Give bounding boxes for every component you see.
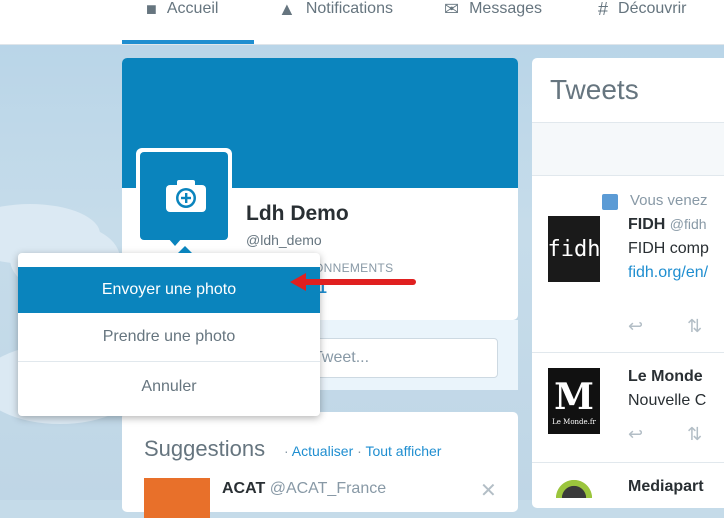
- take-photo-option[interactable]: Prendre une photo: [18, 313, 320, 361]
- suggestion-name: ACAT: [222, 480, 266, 497]
- tweet-author-handle: @fidh: [669, 216, 707, 232]
- tweet-avatar[interactable]: [548, 468, 600, 498]
- tweet-author[interactable]: FIDH @fidh: [628, 216, 707, 234]
- retweet-icon[interactable]: ⇅: [687, 424, 724, 444]
- tweet-actions: ↩⇅: [628, 424, 724, 445]
- close-icon[interactable]: ✕: [480, 478, 497, 503]
- tweet-author-name[interactable]: Le Monde: [628, 368, 703, 386]
- tweet-author-name: FIDH: [628, 216, 666, 233]
- tweet-text: Nouvelle C: [628, 392, 707, 409]
- home-icon: ■: [146, 0, 157, 19]
- reply-icon[interactable]: ↩: [628, 424, 687, 444]
- refresh-link[interactable]: Actualiser: [292, 443, 353, 459]
- nav-notifications-label: Notifications: [305, 0, 393, 17]
- nav-notifications[interactable]: ▲ Notifications: [278, 0, 393, 24]
- profile-avatar[interactable]: [136, 148, 232, 244]
- tweet-context-text: Vous venez: [630, 192, 708, 209]
- profile-handle[interactable]: @ldh_demo: [246, 232, 322, 248]
- tweet-author-name[interactable]: Mediapart: [628, 478, 704, 496]
- envelope-icon: ✉: [444, 0, 460, 19]
- show-all-link[interactable]: Tout afficher: [365, 443, 441, 459]
- le-monde-logo: M: [554, 376, 594, 418]
- tweet-context: Vous venez: [602, 192, 708, 210]
- tweet-text: FIDH comp: [628, 240, 709, 257]
- suggestion-handle: @ACAT_France: [269, 480, 387, 497]
- suggestion-avatar[interactable]: [144, 478, 210, 518]
- tweet-avatar[interactable]: fidh: [548, 216, 601, 282]
- suggestions-links: · Actualiser · Tout afficher: [284, 443, 442, 459]
- upload-photo-option[interactable]: Envoyer une photo: [18, 267, 320, 313]
- nav-active-indicator: [122, 40, 254, 44]
- tweet-avatar[interactable]: M Le Monde.fr: [548, 368, 600, 434]
- tweet-link[interactable]: fidh.org/en/: [628, 264, 708, 282]
- cancel-option[interactable]: Annuler: [18, 362, 320, 412]
- retweet-icon[interactable]: ⇅: [687, 316, 724, 336]
- photo-menu: Envoyer une photo Prendre une photo Annu…: [18, 246, 320, 416]
- menu-caret: [178, 246, 192, 253]
- suggestions-card: Suggestions · Actualiser · Tout afficher…: [122, 412, 518, 518]
- following-stat-label[interactable]: ONNEMENTS: [314, 261, 393, 275]
- tweet-list: Vous venez fidh FIDH @fidh FIDH comp fid…: [532, 0, 724, 500]
- annotation-arrow: [300, 279, 416, 285]
- nav-messages[interactable]: ✉ Messages: [444, 0, 542, 24]
- tweet-actions: ↩⇅: [628, 316, 724, 337]
- nav-home[interactable]: ■ Accueil: [146, 0, 218, 24]
- camera-add-icon: [166, 180, 206, 212]
- avatar-pointer: [168, 238, 182, 246]
- suggestions-title: Suggestions: [144, 436, 266, 461]
- annotation-arrow-head: [290, 273, 306, 291]
- nav-home-label: Accueil: [166, 0, 219, 17]
- suggestion-item[interactable]: ACAT @ACAT_France: [222, 480, 386, 498]
- user-icon: [602, 194, 618, 210]
- divider: [532, 462, 724, 463]
- reply-icon[interactable]: ↩: [628, 316, 687, 336]
- le-monde-logo-caption: Le Monde.fr: [552, 418, 596, 426]
- bell-icon: ▲: [278, 0, 296, 19]
- profile-name[interactable]: Ldh Demo: [246, 202, 349, 226]
- divider: [532, 352, 724, 353]
